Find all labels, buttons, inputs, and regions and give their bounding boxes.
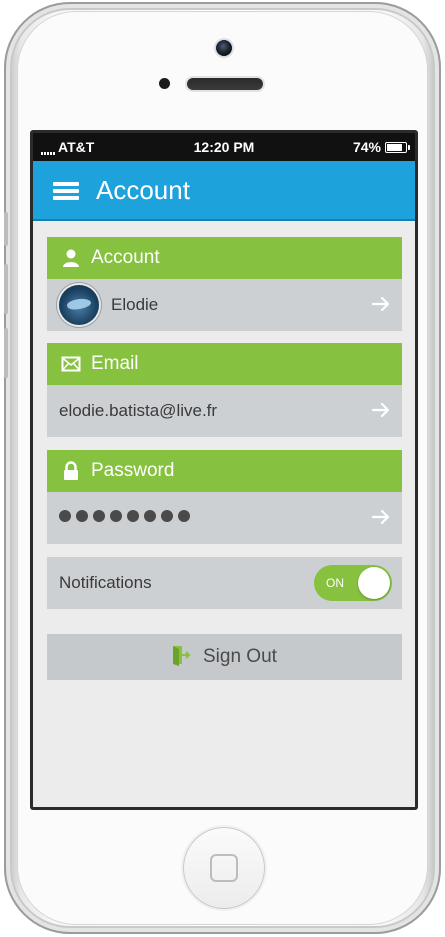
arrow-right-icon[interactable]	[370, 293, 392, 315]
password-section-label: Password	[91, 460, 175, 481]
user-icon	[63, 249, 79, 267]
email-row[interactable]: elodie.batista@live.fr	[47, 385, 402, 437]
password-dot	[144, 510, 156, 522]
arrow-right-icon[interactable]	[370, 506, 392, 528]
toggle-state-label: ON	[326, 576, 344, 590]
home-button[interactable]	[183, 827, 265, 909]
password-dot	[93, 510, 105, 522]
password-section-header: Password	[47, 450, 402, 492]
earpiece-speaker	[187, 78, 263, 90]
password-row[interactable]	[47, 492, 402, 544]
toggle-knob[interactable]	[358, 567, 390, 599]
password-dot	[59, 510, 71, 522]
password-dot	[178, 510, 190, 522]
front-camera	[216, 40, 232, 56]
email-section-header: Email	[47, 343, 402, 385]
lock-icon	[64, 461, 78, 480]
account-section-label: Account	[91, 247, 160, 268]
envelope-icon	[61, 356, 81, 372]
account-section-header: Account	[47, 237, 402, 279]
sign-out-icon	[173, 646, 191, 666]
notifications-label: Notifications	[59, 573, 152, 592]
password-dot	[161, 510, 173, 522]
avatar	[59, 285, 99, 325]
hamburger-menu-icon[interactable]	[53, 182, 79, 200]
email-section-label: Email	[91, 353, 139, 374]
sign-out-label: Sign Out	[203, 646, 277, 667]
sign-out-button[interactable]: Sign Out	[47, 634, 402, 680]
password-dot	[110, 510, 122, 522]
mute-switch	[4, 212, 8, 246]
arrow-right-icon[interactable]	[370, 399, 392, 421]
account-user-row[interactable]: Elodie	[47, 279, 402, 331]
battery-icon	[385, 141, 410, 153]
volume-up-button	[4, 264, 8, 314]
device-screen: AT&T 12:20 PM 74% Account Account Elodie…	[30, 130, 418, 810]
notifications-toggle[interactable]: ON	[314, 565, 392, 601]
email-value: elodie.batista@live.fr	[59, 401, 218, 420]
user-name: Elodie	[111, 295, 159, 314]
password-dot	[127, 510, 139, 522]
proximity-sensor	[159, 78, 170, 89]
navigation-bar: Account	[33, 161, 415, 221]
battery-percent: 74%	[352, 139, 381, 155]
page-title: Account	[96, 175, 190, 205]
app-view: AT&T 12:20 PM 74% Account Account Elodie…	[33, 133, 415, 807]
status-bar: AT&T 12:20 PM 74%	[33, 133, 415, 161]
volume-down-button	[4, 328, 8, 378]
password-dot	[76, 510, 88, 522]
battery-indicator: 74%	[352, 139, 410, 155]
notifications-row: Notifications ON	[47, 557, 402, 609]
password-masked-value	[59, 510, 190, 522]
